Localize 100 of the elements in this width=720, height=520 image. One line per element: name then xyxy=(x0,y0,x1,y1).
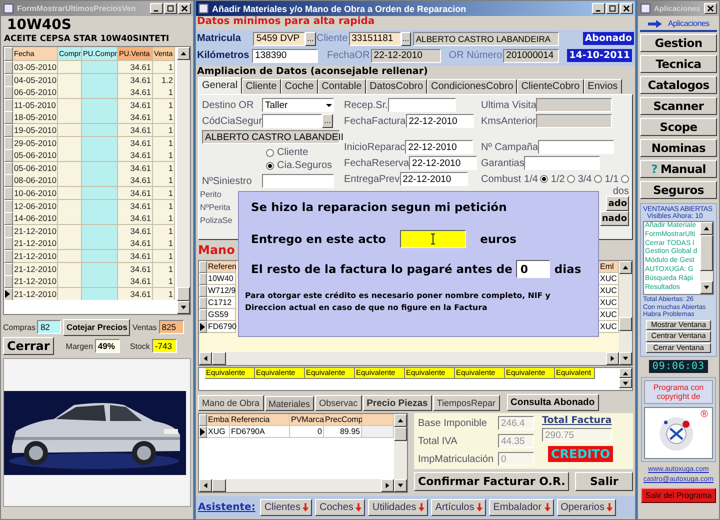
field-label: Nº Campaña xyxy=(481,142,538,152)
scroll-thumb[interactable] xyxy=(177,287,190,301)
browse-button[interactable]: ... xyxy=(305,32,316,46)
assistant-button[interactable]: Coches xyxy=(315,498,366,516)
action-button[interactable]: nado xyxy=(600,211,629,226)
assistant-button[interactable]: Embalador xyxy=(489,498,554,516)
tab[interactable]: Contable xyxy=(318,79,366,94)
tab[interactable]: DatosCobro xyxy=(366,79,428,94)
fecha-reserva-field[interactable]: 22-12-2010 xyxy=(409,156,478,170)
tab[interactable]: Cliente xyxy=(242,79,281,94)
field-label: Compras xyxy=(3,322,36,332)
scroll-up-button[interactable] xyxy=(700,222,713,235)
scroll-thumb[interactable] xyxy=(212,479,226,492)
scroll-left-button[interactable] xyxy=(199,352,212,365)
up-arrow-icon xyxy=(622,264,629,271)
app-button[interactable]: Seguros xyxy=(640,181,717,199)
app-button[interactable]: Catalogos xyxy=(640,76,717,94)
scroll-thumb[interactable] xyxy=(619,316,632,331)
assistant-button[interactable]: Artículos xyxy=(431,498,486,516)
scroll-up-button[interactable] xyxy=(619,261,632,274)
scroll-thumb[interactable] xyxy=(700,235,713,271)
compras-field[interactable]: 82 xyxy=(37,320,62,334)
scroll-right-button[interactable] xyxy=(606,352,619,365)
tab[interactable]: TiemposRepar xyxy=(432,395,500,411)
field-label: EntregaPrev xyxy=(344,174,400,184)
entrega-field[interactable]: 22-12-2010 xyxy=(400,172,468,186)
campana-field[interactable] xyxy=(538,140,614,154)
cliente-field[interactable]: 33151181 xyxy=(348,32,401,46)
consulta-button[interactable]: Consulta Abonado xyxy=(506,394,599,411)
scrollbar[interactable] xyxy=(177,47,190,314)
scrollbar[interactable] xyxy=(199,479,394,492)
scroll-left-button[interactable] xyxy=(199,479,212,492)
close-button[interactable] xyxy=(620,3,633,14)
scroll-down-button[interactable] xyxy=(177,301,190,314)
confirm-button[interactable]: Confirmar Facturar O.R. xyxy=(414,472,570,491)
radio-button[interactable] xyxy=(540,175,548,183)
scrollbar[interactable] xyxy=(199,352,619,365)
radio-button[interactable] xyxy=(620,175,629,183)
row-header[interactable] xyxy=(199,426,207,438)
copyright-text: Programa con copyright de xyxy=(644,380,713,404)
scroll-down-button[interactable] xyxy=(700,281,713,294)
scrollbar[interactable] xyxy=(619,261,632,365)
scroll-thumb[interactable] xyxy=(212,352,226,365)
destino-dropdown[interactable]: Taller xyxy=(262,98,334,112)
maximize-button[interactable] xyxy=(606,3,619,14)
tab[interactable]: Precio Piezas xyxy=(362,395,432,411)
scroll-thumb[interactable] xyxy=(394,427,407,441)
app-button[interactable]: ? Manual xyxy=(640,160,717,178)
kilometros-field[interactable]: 138390 xyxy=(252,48,318,62)
stock-field[interactable]: -743 xyxy=(152,339,177,353)
browse-button[interactable]: ... xyxy=(322,114,333,128)
fecha-factura-field[interactable]: 22-12-2010 xyxy=(406,114,474,128)
scroll-down-button[interactable] xyxy=(619,352,632,365)
app-button[interactable]: Scope xyxy=(640,118,717,136)
recep-field[interactable] xyxy=(388,98,456,112)
tab[interactable]: Coche xyxy=(280,79,318,94)
action-button[interactable]: ado xyxy=(606,196,629,211)
exit-button[interactable]: Salir xyxy=(575,472,633,491)
tab[interactable]: Mano de Obra xyxy=(198,395,264,411)
scrollbar[interactable] xyxy=(394,414,407,492)
tab[interactable]: Observac xyxy=(315,395,362,411)
scroll-down-button[interactable] xyxy=(394,479,407,492)
margen-field[interactable]: 49% xyxy=(94,339,120,353)
scrollbar[interactable] xyxy=(700,222,713,294)
close-window-button[interactable]: Cerrar xyxy=(3,337,54,355)
tab[interactable]: Envios xyxy=(584,79,622,94)
tab[interactable]: ClienteCobro xyxy=(517,79,584,94)
scroll-right-button[interactable] xyxy=(381,479,394,492)
ventas-field[interactable]: 825 xyxy=(158,320,184,334)
scroll-up-button[interactable] xyxy=(394,414,407,427)
scroll-up-button[interactable] xyxy=(619,368,632,378)
radio-button[interactable] xyxy=(266,162,274,170)
assistant-button[interactable]: Clientes xyxy=(260,498,312,516)
assistant-button[interactable]: Operarios xyxy=(556,498,616,516)
close-icon xyxy=(181,5,188,12)
radio-button[interactable] xyxy=(266,148,274,156)
assistant-button[interactable]: Utilidades xyxy=(368,498,428,516)
cod-cia-field[interactable] xyxy=(262,114,322,128)
garantias-field[interactable] xyxy=(524,156,600,170)
inicio-field[interactable]: 22-12-2010 xyxy=(405,140,474,154)
tab[interactable]: Materiales xyxy=(264,396,314,411)
browse-button[interactable]: ... xyxy=(400,32,411,46)
scrollbar[interactable] xyxy=(619,368,632,390)
app-button[interactable]: Scanner xyxy=(640,97,717,115)
matricula-field[interactable]: 5459 DVP xyxy=(253,32,306,46)
tab[interactable]: General xyxy=(198,77,242,94)
exit-program-button[interactable]: Salir del Programa xyxy=(641,488,716,503)
cotejar-button[interactable]: Cotejar Precios xyxy=(63,318,130,336)
tab[interactable]: CondicionesCobro xyxy=(427,79,518,94)
app-button[interactable]: Tecnica xyxy=(640,55,717,73)
app-button[interactable]: Gestion xyxy=(640,34,717,52)
radio-button[interactable] xyxy=(594,175,602,183)
scroll-up-button[interactable] xyxy=(177,47,190,60)
siniestro-field[interactable] xyxy=(262,174,334,188)
days-field[interactable]: 0 xyxy=(516,260,550,278)
minimize-button[interactable] xyxy=(592,3,605,14)
radio-button[interactable] xyxy=(566,175,575,183)
app-button[interactable]: Nominas xyxy=(640,139,717,157)
scroll-down-button[interactable] xyxy=(619,378,632,388)
amount-field[interactable] xyxy=(400,230,466,248)
